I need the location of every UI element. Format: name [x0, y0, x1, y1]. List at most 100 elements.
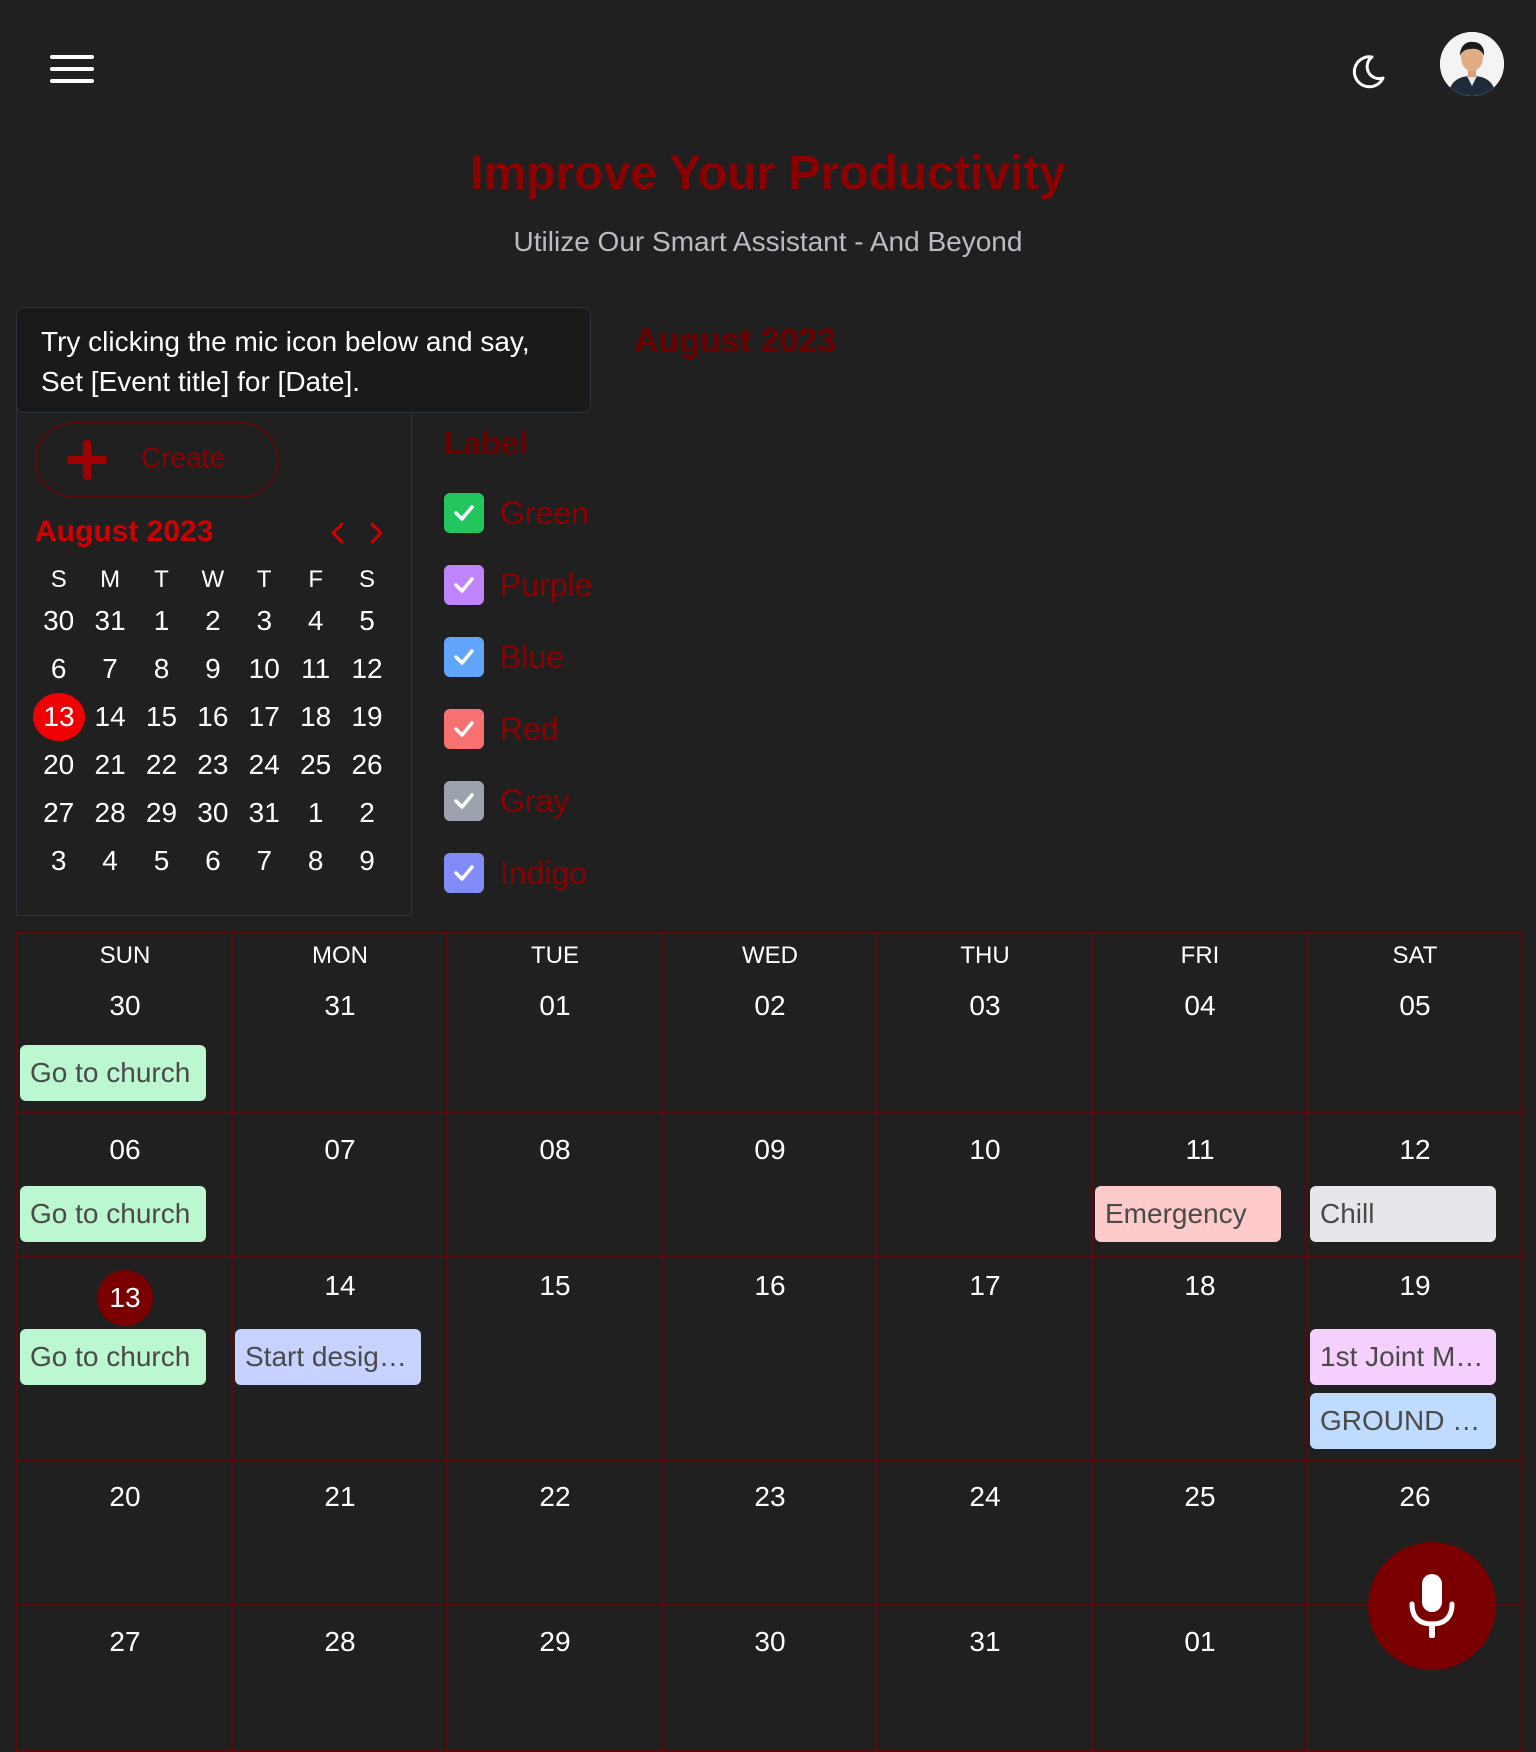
mini-calendar-day[interactable]: 30	[33, 605, 84, 637]
mini-calendar-day-number: 17	[248, 701, 280, 732]
label-filter-blue[interactable]: Blue	[444, 636, 564, 678]
mini-calendar-day[interactable]: 5	[341, 605, 392, 637]
calendar-day-cell[interactable]	[235, 934, 446, 1110]
mini-calendar-day-number: 10	[248, 653, 280, 684]
mini-calendar-day[interactable]: 1	[136, 605, 187, 637]
mini-calendar-day[interactable]: 24	[239, 749, 290, 781]
calendar-day-number: 24	[878, 1481, 1092, 1513]
mini-calendar-day[interactable]: 6	[33, 653, 84, 685]
mini-calendar-day[interactable]: 7	[239, 845, 290, 877]
day-number-text: 01	[539, 990, 571, 1021]
mini-calendar-day[interactable]: 5	[136, 845, 187, 877]
mini-calendar-day[interactable]: 2	[187, 605, 238, 637]
calendar-event[interactable]: Go to church	[20, 1045, 206, 1101]
mini-calendar-day[interactable]: 26	[341, 749, 392, 781]
sidebar: Create August 2023 S M T W T F S 30 31 1 2 3 4 5 6 7 8 9 1…	[16, 380, 412, 916]
calendar-day-cell[interactable]	[1310, 934, 1521, 1110]
mini-calendar-day[interactable]: 6	[187, 845, 238, 877]
mini-calendar-day[interactable]: 17	[239, 701, 290, 733]
checkbox-checked-icon[interactable]	[444, 493, 484, 533]
mini-calendar-day[interactable]: 18	[290, 701, 341, 733]
mini-calendar-day[interactable]: 8	[290, 845, 341, 877]
mini-calendar-day[interactable]: 2	[341, 797, 392, 829]
mini-calendar-day-number: 8	[153, 653, 170, 684]
mini-calendar-day[interactable]: 13	[33, 693, 85, 741]
mini-calendar-day[interactable]: 31	[84, 605, 135, 637]
mini-calendar-day[interactable]: 16	[187, 701, 238, 733]
mini-calendar-day[interactable]: 9	[341, 845, 392, 877]
mini-calendar-day-number: 28	[94, 797, 126, 828]
mini-calendar-day[interactable]: 28	[84, 797, 135, 829]
user-avatar[interactable]	[1440, 32, 1504, 96]
calendar-day-number: 05	[1308, 990, 1522, 1022]
mini-calendar-day[interactable]: 30	[187, 797, 238, 829]
mini-calendar-day[interactable]: 14	[84, 701, 135, 733]
mini-calendar-day-number: 11	[301, 653, 331, 684]
moon-icon[interactable]	[1348, 52, 1388, 92]
mini-calendar-day[interactable]: 4	[84, 845, 135, 877]
checkbox-checked-icon[interactable]	[444, 565, 484, 605]
label-filter-text: Purple	[500, 566, 593, 603]
calendar-event[interactable]: Emergency	[1095, 1186, 1281, 1242]
calendar-event[interactable]: GROUND ZERO	[1310, 1393, 1496, 1449]
mini-calendar-day[interactable]: 3	[33, 845, 84, 877]
mini-calendar-day[interactable]: 11	[290, 653, 341, 685]
mini-calendar-day[interactable]: 3	[239, 605, 290, 637]
calendar-day-cell[interactable]	[665, 934, 876, 1110]
mini-calendar-day[interactable]: 22	[136, 749, 187, 781]
calendar-event[interactable]: Chill	[1310, 1186, 1496, 1242]
calendar-day-number: 27	[18, 1626, 232, 1658]
mini-calendar-day[interactable]: 9	[187, 653, 238, 685]
chevron-right-icon[interactable]	[361, 518, 391, 548]
mini-calendar-day[interactable]: 19	[341, 701, 392, 733]
label-filter-gray[interactable]: Gray	[444, 780, 569, 822]
mini-calendar-day-number: 30	[197, 797, 229, 828]
mini-calendar-day[interactable]: 23	[187, 749, 238, 781]
calendar-day-cell[interactable]	[1095, 934, 1306, 1110]
calendar-event[interactable]: Start designing	[235, 1329, 421, 1385]
mini-calendar-day-number: 3	[50, 845, 67, 876]
chevron-left-icon[interactable]	[323, 518, 353, 548]
plus-icon	[67, 440, 107, 480]
calendar-day-cell[interactable]	[880, 934, 1091, 1110]
mini-calendar-day[interactable]: 10	[239, 653, 290, 685]
calendar-event[interactable]: 1st Joint Meeting	[1310, 1329, 1496, 1385]
label-filter-green[interactable]: Green	[444, 492, 589, 534]
mini-calendar-day[interactable]: 29	[136, 797, 187, 829]
create-event-button[interactable]: Create	[35, 422, 279, 498]
label-filter-purple[interactable]: Purple	[444, 564, 593, 606]
hamburger-menu-icon[interactable]	[50, 55, 94, 89]
mini-calendar-day[interactable]: 27	[33, 797, 84, 829]
mini-calendar-day[interactable]: 25	[290, 749, 341, 781]
calendar-day-cell[interactable]	[450, 934, 661, 1110]
mini-calendar-day[interactable]: 31	[239, 797, 290, 829]
calendar-event[interactable]: Go to church	[20, 1186, 206, 1242]
calendar-day-number: 02	[663, 990, 877, 1022]
mini-calendar-weekday: T	[154, 566, 169, 593]
mini-calendar-day[interactable]: 12	[341, 653, 392, 685]
checkbox-checked-icon[interactable]	[444, 709, 484, 749]
checkbox-checked-icon[interactable]	[444, 637, 484, 677]
mini-calendar-day[interactable]: 1	[290, 797, 341, 829]
day-number-text: 25	[1184, 1481, 1216, 1512]
label-filter-indigo[interactable]: Indigo	[444, 852, 587, 894]
checkbox-checked-icon[interactable]	[444, 781, 484, 821]
mini-calendar-day[interactable]: 7	[84, 653, 135, 685]
mini-calendar-day-number: 16	[197, 701, 229, 732]
mini-calendar-day[interactable]: 15	[136, 701, 187, 733]
calendar-event[interactable]: Go to church	[20, 1329, 206, 1385]
day-number-text: 15	[539, 1270, 571, 1301]
mini-calendar-day[interactable]: 20	[33, 749, 84, 781]
calendar-day-number: 13	[18, 1270, 232, 1326]
mini-calendar-day[interactable]: 21	[84, 749, 135, 781]
mini-calendar-week: 20 21 22 23 24 25 26	[33, 741, 393, 789]
mini-calendar-day[interactable]: 4	[290, 605, 341, 637]
microphone-button[interactable]	[1368, 1542, 1496, 1670]
calendar-day-number: 18	[1093, 1270, 1307, 1302]
checkbox-checked-icon[interactable]	[444, 853, 484, 893]
tooltip-line: Set [Event title] for [Date].	[41, 366, 361, 397]
mini-calendar-day[interactable]: 8	[136, 653, 187, 685]
day-number-text: 13	[97, 1270, 153, 1326]
day-number-text: 07	[324, 1134, 356, 1165]
label-filter-red[interactable]: Red	[444, 708, 559, 750]
